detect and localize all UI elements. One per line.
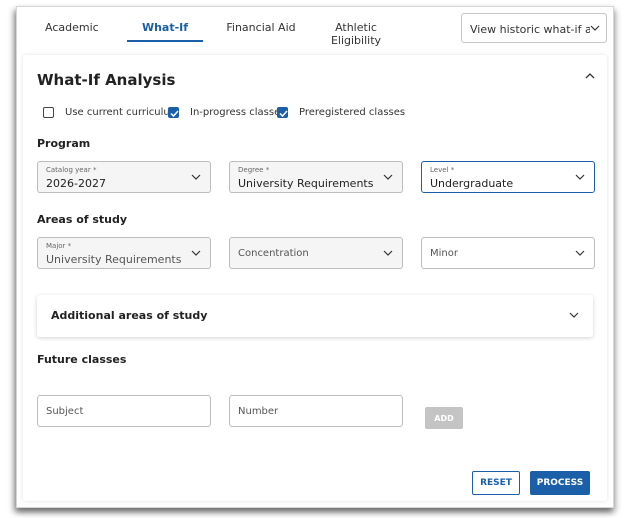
- option-label: In-progress classes: [190, 107, 286, 118]
- concentration-placeholder: Concentration: [238, 248, 309, 259]
- what-if-panel: What-If Analysis Use current curriculum …: [23, 55, 607, 501]
- tab-academic[interactable]: Academic: [45, 21, 99, 34]
- additional-areas-accordion[interactable]: Additional areas of study: [37, 295, 593, 337]
- degree-select[interactable]: Degree * University Requirements: [229, 161, 403, 193]
- catalog-year-select[interactable]: Catalog year * 2026-2027: [37, 161, 211, 193]
- add-button[interactable]: ADD: [425, 407, 463, 429]
- historic-audits-select[interactable]: View historic what-if audits: [461, 13, 607, 43]
- checkbox-preregistered-classes[interactable]: [277, 107, 288, 118]
- number-input[interactable]: [229, 395, 403, 427]
- minor-placeholder: Minor: [430, 248, 458, 259]
- catalog-year-value: 2026-2027: [46, 177, 106, 190]
- major-value: University Requirements: [46, 253, 182, 266]
- tab-bar: Academic What-If Financial Aid Athletic …: [17, 7, 613, 51]
- minor-select[interactable]: Minor: [421, 237, 595, 269]
- level-value: Undergraduate: [430, 177, 514, 190]
- degree-value: University Requirements: [238, 177, 374, 190]
- process-button[interactable]: PROCESS: [530, 471, 590, 495]
- level-select[interactable]: Level * Undergraduate: [421, 161, 595, 193]
- option-label: Preregistered classes: [299, 107, 406, 118]
- major-select[interactable]: Major * University Requirements: [37, 237, 211, 269]
- chevron-down-icon: [383, 250, 393, 256]
- degree-label: Degree *: [238, 166, 270, 174]
- tab-what-if[interactable]: What-If: [127, 21, 203, 34]
- future-classes-heading: Future classes: [37, 353, 127, 366]
- chevron-down-icon: [191, 174, 201, 180]
- level-label: Level *: [430, 166, 455, 174]
- chevron-down-icon: [575, 250, 585, 256]
- reset-button[interactable]: RESET: [472, 471, 520, 495]
- program-heading: Program: [37, 137, 91, 150]
- subject-input[interactable]: [37, 395, 211, 427]
- areas-heading: Areas of study: [37, 213, 128, 226]
- historic-audits-value: View historic what-if audits: [470, 23, 590, 36]
- chevron-up-icon[interactable]: [583, 69, 597, 83]
- option-in-progress-classes[interactable]: In-progress classes: [168, 107, 288, 121]
- chevron-down-icon: [383, 174, 393, 180]
- check-icon: [279, 110, 288, 118]
- chevron-down-icon: [191, 250, 201, 256]
- option-label: Use current curriculum: [65, 107, 180, 118]
- concentration-select[interactable]: Concentration: [229, 237, 403, 269]
- option-preregistered-classes[interactable]: Preregistered classes: [277, 107, 407, 121]
- major-label: Major *: [46, 242, 72, 250]
- active-tab-indicator: [127, 40, 203, 42]
- tab-athletic-eligibility[interactable]: Athletic Eligibility: [315, 21, 397, 47]
- chevron-down-icon: [569, 312, 579, 318]
- checkbox-use-current-curriculum[interactable]: [43, 107, 54, 118]
- check-icon: [170, 110, 179, 118]
- panel-title: What-If Analysis: [37, 71, 176, 89]
- chevron-down-icon: [575, 174, 585, 180]
- app-window: Academic What-If Financial Aid Athletic …: [16, 6, 614, 508]
- tab-financial-aid[interactable]: Financial Aid: [225, 21, 297, 34]
- checkbox-in-progress-classes[interactable]: [168, 107, 179, 118]
- chevron-down-icon: [590, 25, 600, 31]
- additional-areas-label: Additional areas of study: [51, 309, 208, 322]
- option-use-current-curriculum[interactable]: Use current curriculum: [43, 107, 183, 121]
- catalog-year-label: Catalog year *: [46, 166, 97, 174]
